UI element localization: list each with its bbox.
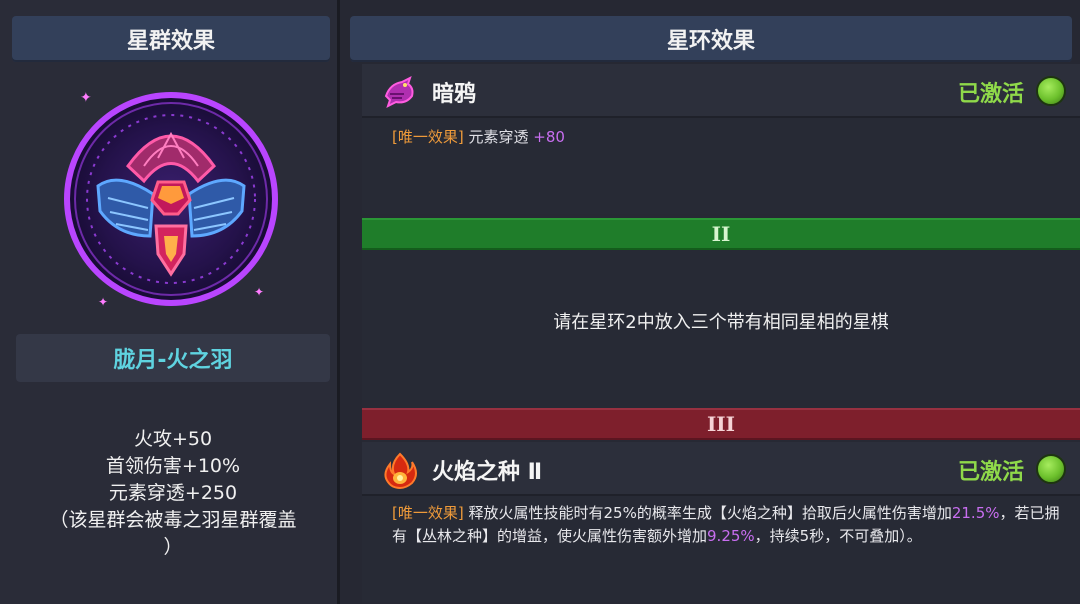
ring-slot-3[interactable]: 火焰之种 Ⅱ 已激活 [唯一效果] 释放火属性技能时有25%的概率生成【火焰之种… xyxy=(362,442,1080,602)
active-status-icon xyxy=(1036,76,1066,106)
constellation-effect-header: 星群效果 xyxy=(12,16,330,62)
effect-value: 21.5% xyxy=(951,504,1000,522)
ring-slot-1-title: 暗鸦 xyxy=(432,82,477,107)
ring-slot-1-effect: [唯一效果] 元素穿透 +80 xyxy=(392,126,565,147)
effect-text: 元素穿透 xyxy=(468,128,529,146)
constellation-name-box: 胧月-火之羽 xyxy=(16,334,330,382)
constellation-effect-title: 星群效果 xyxy=(126,29,215,54)
ring-slot-1[interactable]: 暗鸦 已激活 [唯一效果] 元素穿透 +80 xyxy=(362,64,1080,214)
ring-slot-1-status: 已激活 xyxy=(957,82,1024,107)
svg-text:✦: ✦ xyxy=(254,285,264,299)
tier-2-label: II xyxy=(711,222,731,246)
svg-text:✦: ✦ xyxy=(98,295,108,309)
constellation-stats: 火攻+50 首领伤害+10% 元素穿透+250 （该星群会被毒之羽星群覆盖 ） xyxy=(16,426,330,561)
constellation-panel: 星群效果 ✦ ✦ ✦ 胧月-火之羽 火攻+50 首领伤害+10% 元素穿透+25… xyxy=(0,0,340,604)
crow-icon xyxy=(384,76,414,108)
flame-seed-icon xyxy=(384,452,417,490)
effect-text: ，持续5秒，不可叠加）。 xyxy=(754,527,922,545)
tier-3-label: III xyxy=(706,412,736,436)
stat-line: ） xyxy=(163,536,183,558)
constellation-name: 胧月-火之羽 xyxy=(113,348,233,373)
ring-slot-3-header: 火焰之种 Ⅱ 已激活 xyxy=(362,442,1080,496)
ring-slot-3-title: 火焰之种 Ⅱ xyxy=(432,460,543,485)
active-status-icon xyxy=(1036,454,1066,484)
ring-slot-3-status: 已激活 xyxy=(957,460,1024,485)
svg-text:✦: ✦ xyxy=(80,90,92,106)
stat-line: 火攻+50 xyxy=(133,428,213,450)
ring-slot-2-hint: 请在星环2中放入三个带有相同星相的星棋 xyxy=(553,312,889,333)
effect-value: +80 xyxy=(533,128,565,146)
tier-2-bar: II xyxy=(362,218,1080,250)
star-ring-effect-header: 星环效果 xyxy=(350,16,1072,62)
star-ring-effect-title: 星环效果 xyxy=(666,29,755,54)
stat-line: 元素穿透+250 xyxy=(108,482,238,504)
star-ring-panel: 暗鸦 已激活 [唯一效果] 元素穿透 +80 II 请在星环2中放入三个带有相同… xyxy=(362,64,1080,604)
ring-slot-2[interactable]: 请在星环2中放入三个带有相同星相的星棋 xyxy=(362,250,1080,400)
ring-slot-1-header: 暗鸦 已激活 xyxy=(362,64,1080,118)
unique-effect-tag: [唯一效果] xyxy=(392,128,464,146)
stat-line: （该星群会被毒之羽星群覆盖 xyxy=(49,509,297,531)
effect-text: 释放火属性技能时有25%的概率生成【火焰之种】拾取后火属性伤害增加 xyxy=(468,504,952,522)
unique-effect-tag: [唯一效果] xyxy=(392,504,464,522)
constellation-emblem-icon: ✦ ✦ ✦ xyxy=(64,90,278,309)
tier-3-bar: III xyxy=(362,408,1080,440)
stat-line: 首领伤害+10% xyxy=(105,455,241,477)
ring-slot-3-effect: [唯一效果] 释放火属性技能时有25%的概率生成【火焰之种】拾取后火属性伤害增加… xyxy=(392,502,1067,548)
effect-value: 9.25% xyxy=(707,527,755,545)
